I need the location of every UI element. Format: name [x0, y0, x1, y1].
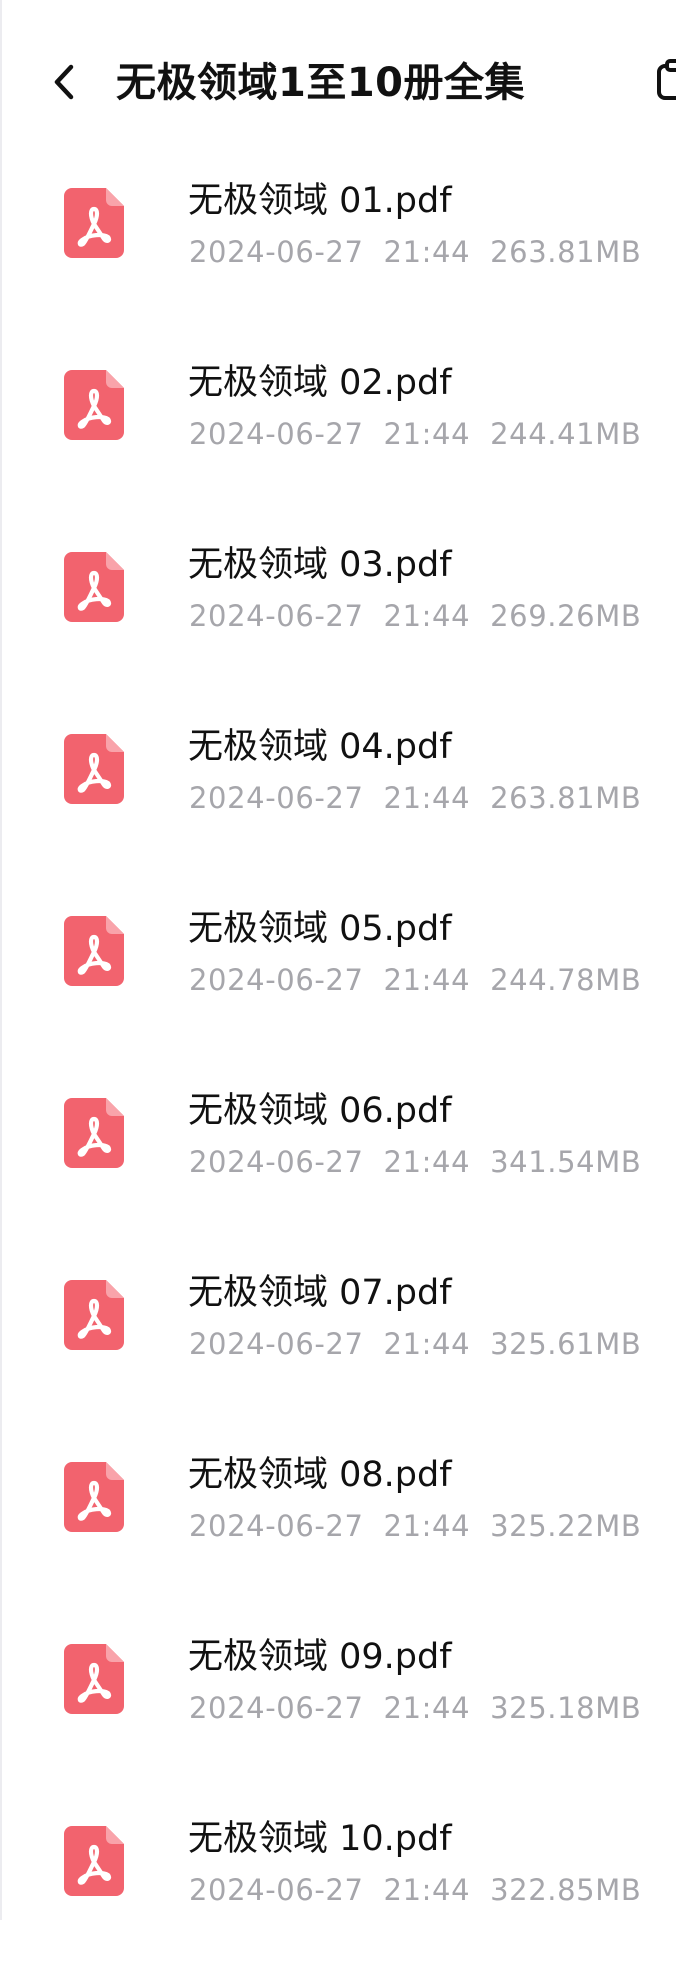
pdf-file-icon [64, 552, 124, 622]
file-date: 2024-06-27 [189, 963, 364, 997]
file-meta: 2024-06-27 21:44 325.61MB [189, 1327, 641, 1361]
clipboard-button[interactable] [656, 58, 676, 102]
file-date: 2024-06-27 [189, 1145, 364, 1179]
chevron-left-icon [54, 64, 74, 100]
file-date: 2024-06-27 [189, 417, 364, 451]
file-name: 无极领域 04.pdf [188, 727, 452, 767]
file-size: 341.54MB [490, 1145, 642, 1179]
file-name: 无极领域 05.pdf [188, 909, 452, 949]
pdf-file-icon [64, 1280, 124, 1350]
file-time: 21:44 [383, 1509, 471, 1543]
file-name: 无极领域 09.pdf [188, 1637, 452, 1677]
file-date: 2024-06-27 [189, 1873, 364, 1907]
file-list-item[interactable]: 无极领域 10.pdf 2024-06-27 21:44 322.85MB [0, 1803, 676, 1985]
file-size: 244.41MB [490, 417, 642, 451]
file-list-item[interactable]: 无极领域 05.pdf 2024-06-27 21:44 244.78MB [0, 893, 676, 1075]
file-size: 325.22MB [490, 1509, 642, 1543]
file-size: 263.81MB [490, 781, 642, 815]
file-list-item[interactable]: 无极领域 06.pdf 2024-06-27 21:44 341.54MB [0, 1075, 676, 1257]
file-list-item[interactable]: 无极领域 04.pdf 2024-06-27 21:44 263.81MB [0, 711, 676, 893]
file-meta: 2024-06-27 21:44 325.18MB [189, 1691, 641, 1725]
file-name: 无极领域 01.pdf [188, 181, 452, 221]
file-list-item[interactable]: 无极领域 01.pdf 2024-06-27 21:44 263.81MB [0, 165, 676, 347]
file-date: 2024-06-27 [189, 1691, 364, 1725]
file-list-item[interactable]: 无极领域 09.pdf 2024-06-27 21:44 325.18MB [0, 1621, 676, 1803]
file-name: 无极领域 02.pdf [188, 363, 452, 403]
file-time: 21:44 [383, 1691, 471, 1725]
file-size: 325.18MB [490, 1691, 642, 1725]
file-list-item[interactable]: 无极领域 08.pdf 2024-06-27 21:44 325.22MB [0, 1439, 676, 1621]
pdf-file-icon [64, 916, 124, 986]
file-name: 无极领域 10.pdf [188, 1819, 452, 1859]
file-meta: 2024-06-27 21:44 263.81MB [189, 781, 641, 815]
file-name: 无极领域 08.pdf [188, 1455, 452, 1495]
file-date: 2024-06-27 [189, 1327, 364, 1361]
file-list-item[interactable]: 无极领域 07.pdf 2024-06-27 21:44 325.61MB [0, 1257, 676, 1439]
file-meta: 2024-06-27 21:44 322.85MB [189, 1873, 641, 1907]
pdf-file-icon [64, 370, 124, 440]
file-size: 325.61MB [490, 1327, 642, 1361]
file-time: 21:44 [383, 1873, 471, 1907]
file-meta: 2024-06-27 21:44 269.26MB [189, 599, 641, 633]
pdf-file-icon [64, 1826, 124, 1896]
file-list-item[interactable]: 无极领域 03.pdf 2024-06-27 21:44 269.26MB [0, 529, 676, 711]
file-time: 21:44 [383, 599, 471, 633]
file-time: 21:44 [383, 417, 471, 451]
file-time: 21:44 [383, 963, 471, 997]
pdf-file-icon [64, 1462, 124, 1532]
pdf-file-icon [64, 188, 124, 258]
file-meta: 2024-06-27 21:44 244.78MB [189, 963, 641, 997]
file-date: 2024-06-27 [189, 235, 364, 269]
page-title: 无极领域1至10册全集 [116, 60, 525, 106]
file-time: 21:44 [383, 235, 471, 269]
file-size: 244.78MB [490, 963, 642, 997]
file-name: 无极领域 07.pdf [188, 1273, 452, 1313]
file-time: 21:44 [383, 1145, 471, 1179]
file-list-item[interactable]: 无极领域 02.pdf 2024-06-27 21:44 244.41MB [0, 347, 676, 529]
file-name: 无极领域 03.pdf [188, 545, 452, 585]
top-bar: 无极领域1至10册全集 [0, 0, 676, 165]
pdf-file-icon [64, 734, 124, 804]
pdf-file-icon [64, 1644, 124, 1714]
file-size: 263.81MB [490, 235, 642, 269]
file-size: 322.85MB [490, 1873, 642, 1907]
file-time: 21:44 [383, 1327, 471, 1361]
file-meta: 2024-06-27 21:44 325.22MB [189, 1509, 641, 1543]
file-size: 269.26MB [490, 599, 642, 633]
file-name: 无极领域 06.pdf [188, 1091, 452, 1131]
clipboard-icon [657, 59, 676, 100]
file-date: 2024-06-27 [189, 599, 364, 633]
file-meta: 2024-06-27 21:44 341.54MB [189, 1145, 641, 1179]
file-list: 无极领域 01.pdf 2024-06-27 21:44 263.81MB 无极领域… [0, 165, 676, 1985]
file-meta: 2024-06-27 21:44 263.81MB [189, 235, 641, 269]
back-button[interactable] [40, 52, 88, 112]
file-date: 2024-06-27 [189, 1509, 364, 1543]
file-time: 21:44 [383, 781, 471, 815]
file-meta: 2024-06-27 21:44 244.41MB [189, 417, 641, 451]
file-date: 2024-06-27 [189, 781, 364, 815]
pdf-file-icon [64, 1098, 124, 1168]
